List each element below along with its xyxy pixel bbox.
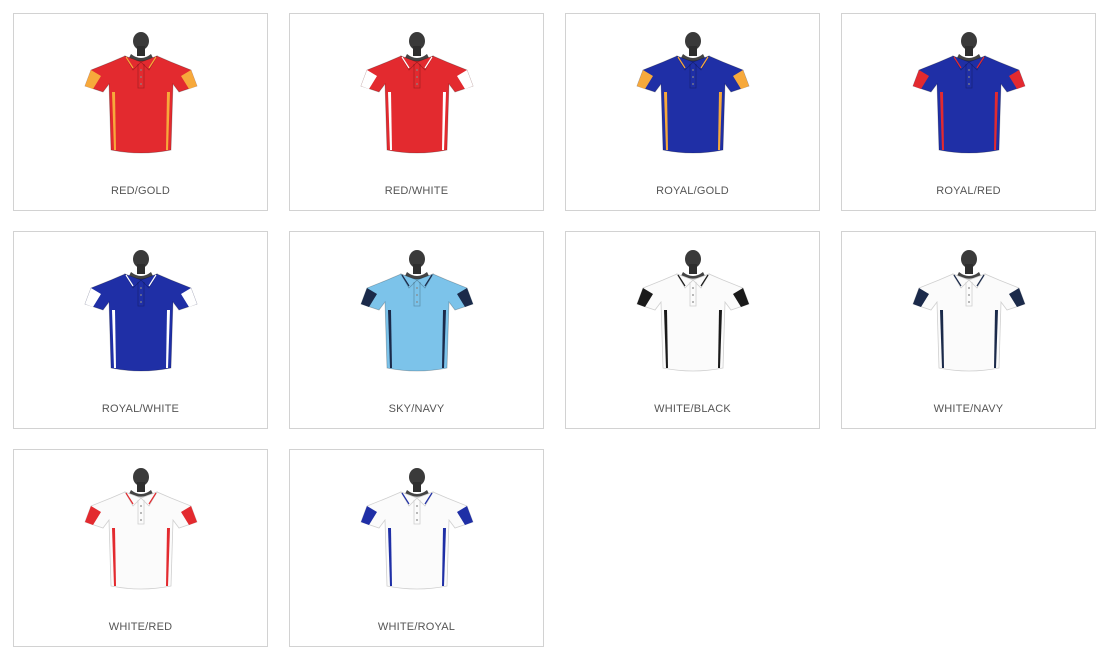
polo-shirt-icon (81, 250, 201, 382)
polo-shirt-icon (633, 32, 753, 164)
polo-shirt-icon (81, 468, 201, 600)
colour-swatch[interactable]: SKY/NAVY (289, 231, 544, 429)
polo-shirt-icon (357, 250, 477, 382)
colour-swatch-page: { "swatches": [ { "label": "RED/GOLD", "… (0, 0, 1120, 660)
polo-shirt-icon (81, 32, 201, 164)
polo-shirt-icon (357, 32, 477, 164)
colour-swatch[interactable]: ROYAL/GOLD (565, 13, 820, 211)
colour-name: SKY/NAVY (388, 403, 445, 415)
colour-swatch[interactable]: WHITE/RED (13, 449, 268, 647)
polo-shirt-icon (909, 32, 1029, 164)
colour-swatch[interactable]: ROYAL/RED (841, 13, 1096, 211)
colour-swatch[interactable]: ROYAL/WHITE (13, 231, 268, 429)
polo-shirt-icon (357, 468, 477, 600)
colour-swatch[interactable]: WHITE/ROYAL (289, 449, 544, 647)
polo-shirt-icon (633, 250, 753, 382)
colour-name: ROYAL/WHITE (101, 403, 180, 415)
colour-name: RED/GOLD (110, 185, 171, 197)
colour-swatch[interactable]: RED/WHITE (289, 13, 544, 211)
colour-name: ROYAL/GOLD (656, 185, 729, 197)
colour-swatch[interactable]: RED/GOLD (13, 13, 268, 211)
colour-name: RED/WHITE (384, 185, 449, 197)
colour-swatch[interactable]: WHITE/BLACK (565, 231, 820, 429)
colour-name: WHITE/RED (108, 621, 173, 633)
colour-name: WHITE/BLACK (654, 403, 731, 415)
colour-swatch-grid: RED/GOLD RED/WHITE ROYAL/GOLD ROYAL/RED … (13, 13, 1096, 647)
polo-shirt-icon (909, 250, 1029, 382)
colour-name: WHITE/NAVY (933, 403, 1004, 415)
colour-swatch[interactable]: WHITE/NAVY (841, 231, 1096, 429)
colour-name: WHITE/ROYAL (377, 621, 456, 633)
colour-name: ROYAL/RED (936, 185, 1001, 197)
